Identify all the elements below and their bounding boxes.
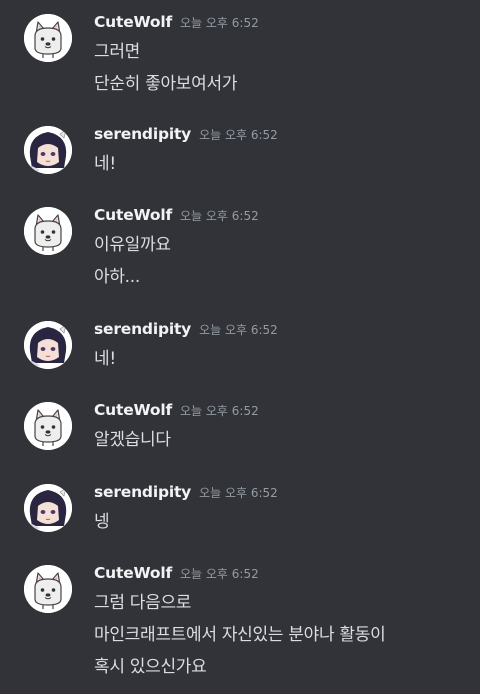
- wolf-avatar-icon[interactable]: [24, 565, 72, 613]
- message-header: CuteWolf 오늘 오후 6:52: [94, 12, 259, 34]
- message-text: 마인크래프트에서 자신있는 분야나 활동이: [94, 625, 386, 645]
- message-text: 이유일까요: [94, 235, 171, 255]
- wolf-avatar-icon[interactable]: [24, 14, 72, 62]
- username[interactable]: serendipity: [94, 320, 191, 338]
- timestamp: 오늘 오후 6:52: [179, 209, 259, 223]
- username[interactable]: CuteWolf: [94, 564, 172, 582]
- timestamp: 오늘 오후 6:52: [199, 128, 278, 142]
- message-header: serendipity 오늘 오후 6:52: [94, 319, 278, 341]
- timestamp: 오늘 오후 6:52: [179, 16, 259, 30]
- chat-message-list: CuteWolf 오늘 오후 6:52 그러면 단순히 좋아보여서가 serend…: [0, 0, 480, 694]
- anime-character-avatar-icon[interactable]: [24, 484, 72, 532]
- username[interactable]: serendipity: [94, 483, 191, 501]
- message-text: 네!: [94, 154, 116, 174]
- message-text: 넹: [94, 512, 110, 532]
- message-text: 그럼 다음으로: [94, 593, 192, 613]
- anime-character-avatar-icon[interactable]: [24, 126, 72, 174]
- message-text: 그러면: [94, 42, 141, 62]
- timestamp: 오늘 오후 6:52: [199, 323, 278, 337]
- username[interactable]: CuteWolf: [94, 206, 172, 224]
- message-text: 단순히 좋아보여서가: [94, 74, 238, 94]
- timestamp: 오늘 오후 6:52: [179, 404, 259, 418]
- message-header: serendipity 오늘 오후 6:52: [94, 124, 278, 146]
- anime-character-avatar-icon[interactable]: [24, 321, 72, 369]
- wolf-avatar-icon[interactable]: [24, 402, 72, 450]
- wolf-avatar-icon[interactable]: [24, 207, 72, 255]
- timestamp: 오늘 오후 6:52: [199, 486, 278, 500]
- timestamp: 오늘 오후 6:52: [179, 567, 259, 581]
- message-header: CuteWolf 오늘 오후 6:52: [94, 563, 259, 585]
- message-header: serendipity 오늘 오후 6:52: [94, 482, 278, 504]
- message-text: 아하...: [94, 267, 140, 287]
- username[interactable]: CuteWolf: [94, 13, 172, 31]
- message-text: 혹시 있으신가요: [94, 657, 207, 677]
- message-text: 알겠습니다: [94, 430, 171, 450]
- username[interactable]: CuteWolf: [94, 401, 172, 419]
- message-header: CuteWolf 오늘 오후 6:52: [94, 400, 259, 422]
- message-text: 네!: [94, 349, 116, 369]
- username[interactable]: serendipity: [94, 125, 191, 143]
- message-header: CuteWolf 오늘 오후 6:52: [94, 205, 259, 227]
